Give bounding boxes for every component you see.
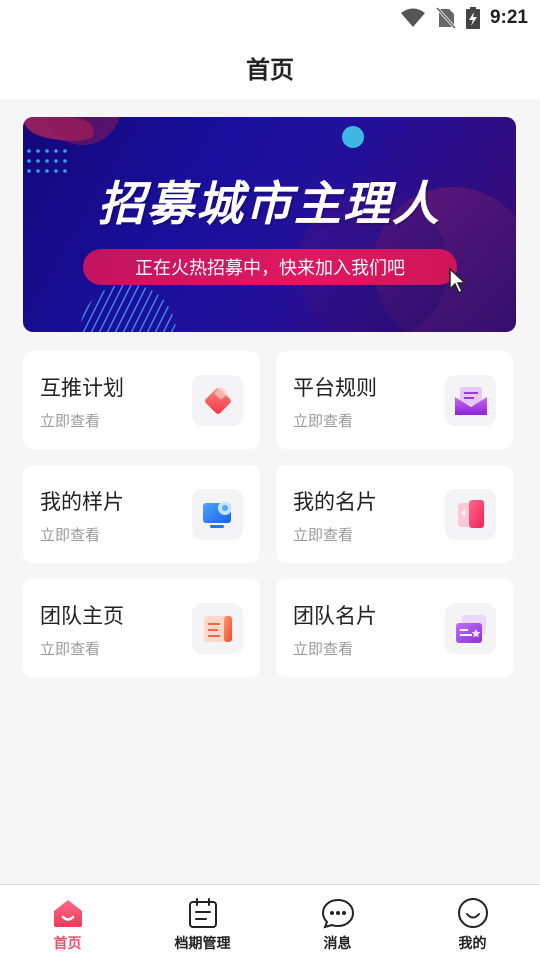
banner-subline: 正在火热招募中，快来加入我们吧 xyxy=(135,258,405,279)
card-subtitle: 立即查看 xyxy=(40,640,101,658)
status-bar: 9:21 xyxy=(0,0,540,36)
calendar-icon xyxy=(186,896,220,930)
pink-card-icon xyxy=(445,489,496,540)
cursor-icon xyxy=(449,267,467,295)
no-sim-icon xyxy=(435,7,456,29)
card-subtitle: 立即查看 xyxy=(40,412,101,430)
card-title: 我的名片 xyxy=(293,490,377,514)
status-icons: 9:21 xyxy=(400,6,528,30)
card-subtitle: 立即查看 xyxy=(40,526,101,544)
tab-label: 档期管理 xyxy=(174,936,231,952)
card-title: 平台规则 xyxy=(293,376,377,400)
recruit-banner[interactable]: 招募城市主理人 正在火热招募中，快来加入我们吧 xyxy=(23,117,516,332)
card-mutual-promotion[interactable]: 互推计划 立即查看 xyxy=(23,351,260,449)
card-title: 我的样片 xyxy=(40,490,124,514)
card-my-samples[interactable]: 我的样片 立即查看 xyxy=(23,465,260,563)
card-title: 团队名片 xyxy=(293,604,377,628)
title-bar: 首页 xyxy=(0,36,540,99)
tab-home[interactable]: 首页 xyxy=(0,885,135,960)
card-subtitle: 立即查看 xyxy=(293,640,354,658)
card-team-business-card[interactable]: 团队名片 立即查看 xyxy=(276,579,513,677)
card-subtitle: 立即查看 xyxy=(293,412,354,430)
tab-label: 首页 xyxy=(53,936,82,952)
bottom-tab-bar: 首页 档期管理 消息 我的 xyxy=(0,884,540,960)
status-time: 9:21 xyxy=(489,7,528,28)
card-subtitle: 立即查看 xyxy=(293,526,354,544)
tab-label: 我的 xyxy=(458,936,487,952)
tab-messages[interactable]: 消息 xyxy=(270,885,405,960)
card-title: 团队主页 xyxy=(40,604,124,628)
card-title: 互推计划 xyxy=(40,376,124,400)
page-title: 首页 xyxy=(246,56,294,84)
chat-bubble-icon xyxy=(321,896,355,930)
tab-profile[interactable]: 我的 xyxy=(405,885,540,960)
tab-schedule[interactable]: 档期管理 xyxy=(135,885,270,960)
card-platform-rules[interactable]: 平台规则 立即查看 xyxy=(276,351,513,449)
purple-envelope-icon xyxy=(445,375,496,426)
purple-id-card-icon xyxy=(445,603,496,654)
card-my-business-card[interactable]: 我的名片 立即查看 xyxy=(276,465,513,563)
smile-face-icon xyxy=(456,896,490,930)
tab-label: 消息 xyxy=(323,936,352,952)
banner-headline: 招募城市主理人 xyxy=(98,177,441,232)
red-diamond-icon xyxy=(192,375,243,426)
card-team-homepage[interactable]: 团队主页 立即查看 xyxy=(23,579,260,677)
home-icon xyxy=(51,896,85,930)
wifi-icon xyxy=(400,8,425,27)
orange-document-icon xyxy=(192,603,243,654)
battery-charging-icon xyxy=(465,7,480,29)
banner-join-button[interactable]: 正在火热招募中，快来加入我们吧 xyxy=(83,249,457,285)
blue-monitor-icon xyxy=(192,489,243,540)
